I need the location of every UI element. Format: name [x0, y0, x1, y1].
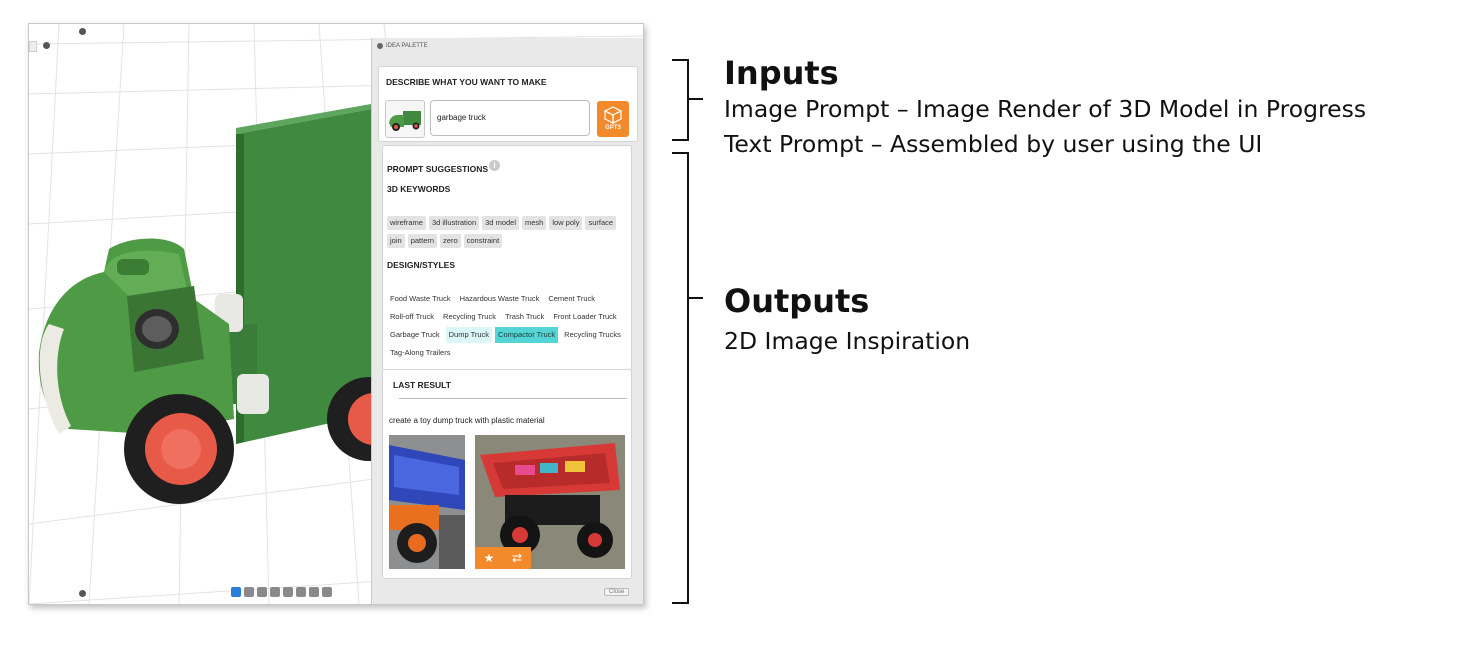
keyword-chip[interactable]: 3d model	[482, 216, 519, 230]
display-tool-icon[interactable]	[244, 587, 254, 597]
viewport-marker-dot	[43, 42, 50, 49]
inputs-heading: Inputs	[724, 54, 839, 92]
style-option[interactable]: Garbage Truck	[387, 327, 443, 343]
star-icon[interactable]: ★	[475, 547, 503, 569]
shuffle-icon[interactable]: ⇄	[503, 547, 531, 569]
keyword-chip[interactable]: mesh	[522, 216, 547, 230]
viewport-marker-dot	[79, 590, 86, 597]
palette-collapse-icon[interactable]	[377, 43, 383, 49]
info-icon[interactable]: i	[489, 160, 500, 171]
result-prompt-text: create a toy dump truck with plastic mat…	[389, 416, 545, 425]
keyword-chip[interactable]: 3d illustration	[428, 216, 480, 230]
last-result-card: LAST RESULT create a toy dump truck with…	[382, 369, 632, 579]
keyword-chip-list: wireframe 3d illustration 3d model mesh …	[387, 216, 627, 248]
style-option[interactable]: Recycling Truck	[440, 309, 499, 325]
close-button[interactable]: Close	[604, 588, 630, 596]
style-option-selected[interactable]: Dump Truck	[445, 327, 493, 343]
visual-style-icon[interactable]	[309, 587, 319, 597]
cube-icon	[604, 106, 622, 124]
style-option-list: Food Waste Truck Hazardous Waste Truck C…	[387, 291, 627, 361]
viewport-label-chip[interactable]	[29, 41, 37, 52]
zoom-tool-icon[interactable]	[270, 587, 280, 597]
describe-card: DESCRIBE WHAT YOU WANT TO MAKE garbage t…	[378, 66, 638, 142]
keyword-chip[interactable]: surface	[585, 216, 617, 230]
keyword-chip[interactable]: low poly	[549, 216, 583, 230]
app-screenshot: IDEA PALETTE DESCRIBE WHAT YOU WANT TO M…	[28, 23, 644, 605]
style-option[interactable]: Recycling Trucks	[561, 327, 624, 343]
keyword-chip[interactable]: join	[387, 234, 405, 248]
result-divider	[399, 398, 627, 399]
prompt-suggestions-title: PROMPT SUGGESTIONS	[387, 164, 489, 174]
style-option[interactable]: Food Waste Truck	[387, 291, 454, 307]
display-settings-icon[interactable]	[296, 587, 306, 597]
grid-settings-icon[interactable]	[322, 587, 332, 597]
outputs-line-1: 2D Image Inspiration	[724, 327, 971, 355]
keyword-chip[interactable]: pattern	[407, 234, 438, 248]
inputs-line-2: Text Prompt – Assembled by user using th…	[724, 130, 1263, 158]
result-image-1[interactable]	[389, 435, 465, 569]
zoom-fit-icon[interactable]	[283, 587, 293, 597]
outputs-heading: Outputs	[724, 282, 870, 320]
style-option[interactable]: Tag-Along Trailers	[387, 345, 453, 361]
inputs-bracket	[672, 59, 703, 141]
style-option[interactable]: Cement Truck	[545, 291, 598, 307]
palette-titlebar[interactable]: IDEA PALETTE	[372, 38, 643, 54]
style-option[interactable]: Hazardous Waste Truck	[457, 291, 543, 307]
style-option-selected[interactable]: Compactor Truck	[495, 327, 559, 343]
style-option[interactable]: Front Loader Truck	[550, 309, 619, 325]
outputs-bracket	[672, 152, 703, 604]
idea-palette-panel: IDEA PALETTE DESCRIBE WHAT YOU WANT TO M…	[371, 38, 643, 604]
navigation-toolbar	[231, 587, 332, 597]
result-action-bar: ★ ⇄	[475, 547, 531, 569]
keyword-chip[interactable]: zero	[440, 234, 461, 248]
keyword-chip[interactable]: wireframe	[387, 216, 426, 230]
orbit-tool-icon[interactable]	[231, 587, 241, 597]
gpt3-label: GPT3	[605, 125, 621, 131]
inputs-line-1: Image Prompt – Image Render of 3D Model …	[724, 95, 1367, 123]
model-thumbnail-image[interactable]	[385, 100, 425, 138]
style-option[interactable]: Roll-off Truck	[387, 309, 437, 325]
keywords-title: 3D KEYWORDS	[387, 184, 451, 194]
viewport-marker-dot	[79, 28, 86, 35]
text-prompt-input[interactable]: garbage truck	[430, 100, 590, 136]
keyword-chip[interactable]: constraint	[463, 234, 503, 248]
design-styles-title: DESIGN/STYLES	[387, 260, 456, 270]
pan-tool-icon[interactable]	[257, 587, 267, 597]
describe-title: DESCRIBE WHAT YOU WANT TO MAKE	[386, 77, 547, 87]
style-option[interactable]: Trash Truck	[502, 309, 547, 325]
gpt3-generate-button[interactable]: GPT3	[597, 101, 629, 137]
prompt-suggestions-card: PROMPT SUGGESTIONS i 3D KEYWORDS wirefra…	[382, 145, 632, 371]
palette-title: IDEA PALETTE	[386, 43, 428, 49]
last-result-title: LAST RESULT	[393, 380, 451, 390]
